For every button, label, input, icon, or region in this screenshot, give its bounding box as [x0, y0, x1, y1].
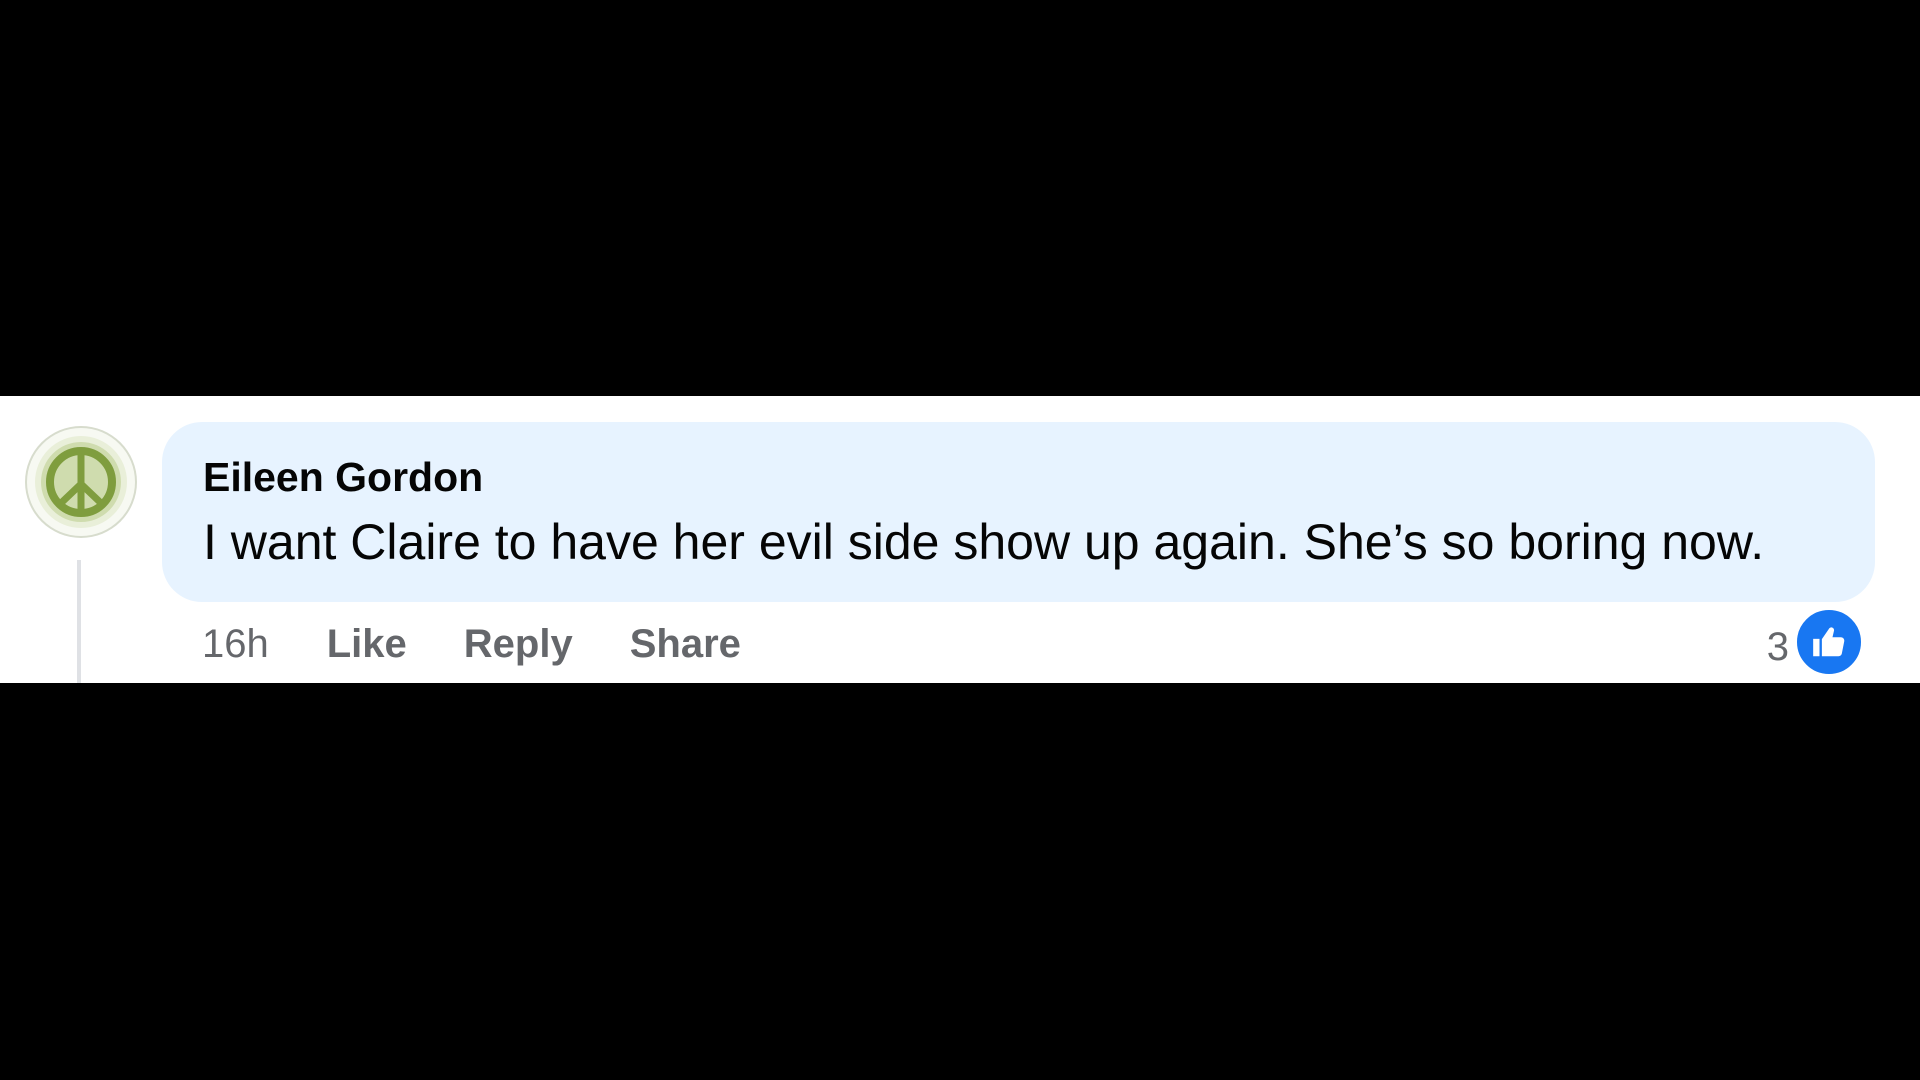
reply-button[interactable]: Reply: [464, 622, 573, 667]
comment-author[interactable]: Eileen Gordon: [203, 453, 1875, 501]
thumbs-up-icon: [1794, 607, 1864, 677]
reaction-count: 3: [1766, 624, 1789, 669]
thread-line: [77, 560, 81, 683]
share-button[interactable]: Share: [630, 622, 741, 667]
screenshot-canvas: Eileen Gordon I want Claire to have her …: [0, 0, 1920, 1080]
reaction-summary[interactable]: 3: [1766, 607, 1864, 677]
comment-text: I want Claire to have her evil side show…: [203, 514, 1765, 570]
avatar[interactable]: [27, 428, 135, 536]
comment-timestamp[interactable]: 16h: [202, 622, 269, 667]
comment-bubble: Eileen Gordon I want Claire to have her …: [162, 422, 1875, 602]
like-button[interactable]: Like: [327, 622, 407, 667]
comment-actions: 16h Like Reply Share: [202, 618, 741, 670]
peace-sign-icon: [35, 436, 127, 528]
